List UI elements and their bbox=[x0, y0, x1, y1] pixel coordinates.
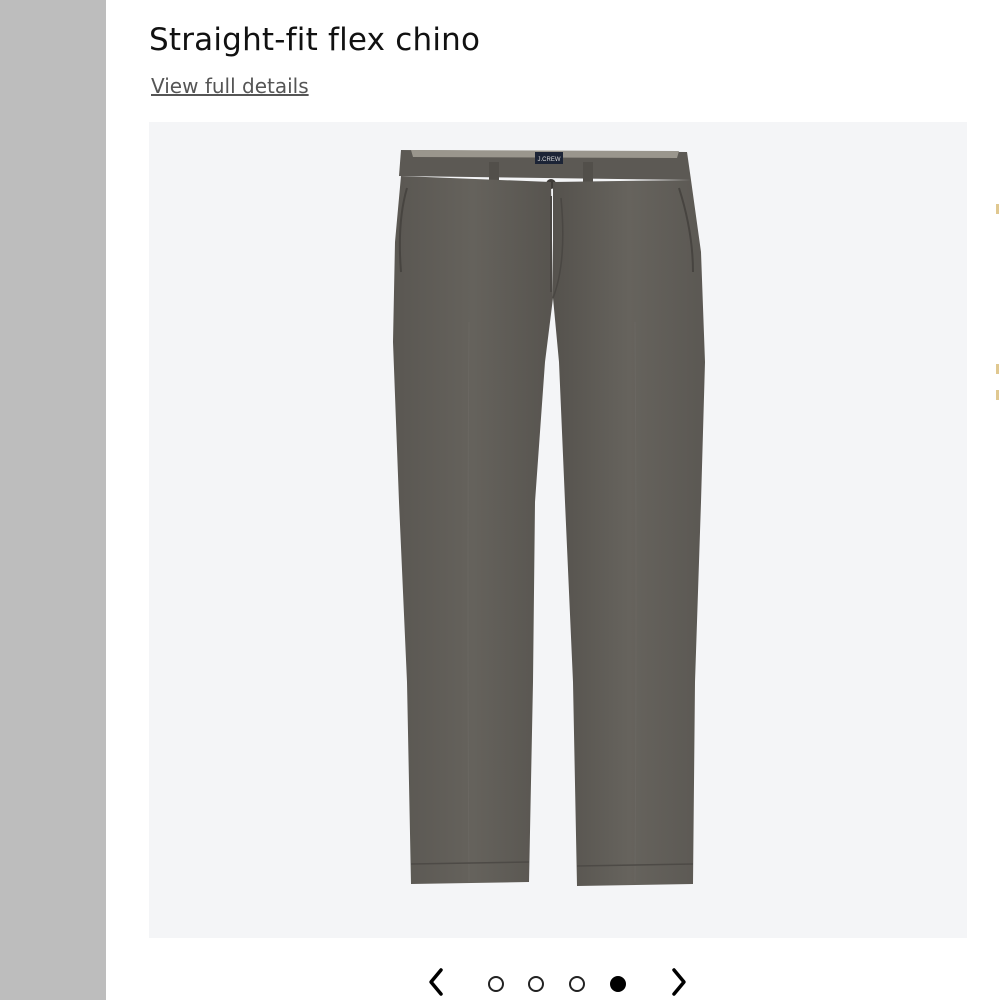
chevron-left-icon[interactable] bbox=[423, 964, 451, 1000]
edge-mark bbox=[996, 204, 999, 214]
carousel-dot-4[interactable] bbox=[610, 976, 626, 992]
right-edge-decoration bbox=[991, 120, 1000, 820]
brand-tag-text: J.CREW bbox=[538, 157, 561, 163]
product-title: Straight-fit flex chino bbox=[149, 22, 481, 58]
edge-mark bbox=[996, 364, 999, 374]
carousel-dot-1[interactable] bbox=[488, 976, 504, 992]
carousel-dot-3[interactable] bbox=[569, 976, 585, 992]
view-full-details-link[interactable]: View full details bbox=[151, 74, 309, 98]
product-image[interactable]: J.CREW bbox=[149, 122, 967, 938]
left-gutter bbox=[0, 0, 106, 1000]
edge-mark bbox=[996, 390, 999, 400]
chevron-right-icon[interactable] bbox=[664, 964, 692, 1000]
carousel-dot-2[interactable] bbox=[528, 976, 544, 992]
pants-illustration: J.CREW bbox=[393, 150, 705, 886]
product-quickview-panel: Straight-fit flex chino View full detail… bbox=[106, 0, 1000, 1000]
image-carousel-controls bbox=[106, 962, 1000, 1000]
